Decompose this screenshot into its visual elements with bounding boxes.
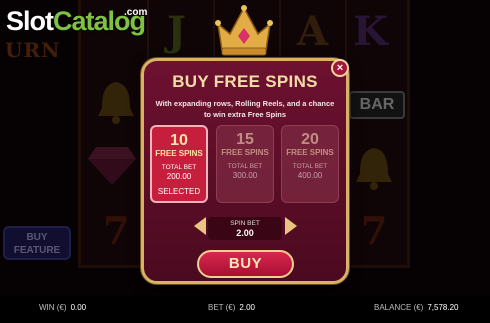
increase-bet-arrow-icon[interactable] bbox=[285, 217, 297, 235]
option-total-bet-label: TOTAL BET bbox=[227, 163, 263, 170]
option-total-bet-label: TOTAL BET bbox=[161, 164, 197, 171]
option-total-bet: 300.00 bbox=[232, 171, 258, 180]
option-total-bet: 400.00 bbox=[297, 171, 323, 180]
balance-display: BALANCE (€) 7,578.20 bbox=[374, 303, 459, 313]
bet-value: 2.00 bbox=[239, 303, 255, 312]
option-count: 15 bbox=[236, 131, 254, 148]
option-count: 10 bbox=[170, 132, 188, 149]
spin-bet-display: SPIN BET 2.00 bbox=[208, 217, 282, 240]
spin-bet-value: 2.00 bbox=[236, 228, 254, 238]
bet-label: BET (€) bbox=[208, 303, 236, 312]
free-spins-option-10[interactable]: 10 FREE SPINS TOTAL BET 200.00 SELECTED bbox=[150, 125, 208, 203]
slotcatalog-logo-domain: .com bbox=[124, 7, 148, 18]
balance-value: 7,578.20 bbox=[427, 303, 459, 312]
status-bar: WIN (€) 0.00 BET (€) 2.00 BALANCE (€) 7,578… bbox=[0, 296, 490, 323]
option-label: FREE SPINS bbox=[155, 149, 203, 158]
option-count: 20 bbox=[301, 131, 319, 148]
option-selected-badge: SELECTED bbox=[157, 187, 201, 196]
option-label: FREE SPINS bbox=[286, 148, 334, 157]
close-button[interactable]: × bbox=[331, 59, 349, 77]
dialog-title: BUY FREE SPINS bbox=[172, 72, 318, 91]
option-label: FREE SPINS bbox=[221, 148, 269, 157]
free-spins-option-15[interactable]: 15 FREE SPINS TOTAL BET 300.00 bbox=[216, 125, 274, 203]
balance-label: BALANCE (€) bbox=[374, 303, 424, 312]
free-spins-option-20[interactable]: 20 FREE SPINS TOTAL BET 400.00 bbox=[281, 125, 339, 203]
buy-button[interactable]: BUY bbox=[197, 250, 294, 278]
decrease-bet-arrow-icon[interactable] bbox=[194, 217, 206, 235]
win-value: 0.00 bbox=[70, 303, 87, 312]
win-display: WIN (€) 0.00 bbox=[39, 303, 86, 313]
win-label: WIN (€) bbox=[39, 303, 67, 312]
dialog-subtitle: With expanding rows, Rolling Reels, and … bbox=[155, 99, 335, 119]
crown-icon bbox=[215, 5, 273, 56]
spin-bet-label: SPIN BET bbox=[230, 220, 260, 227]
option-total-bet: 200.00 bbox=[166, 172, 192, 181]
bet-display: BET (€) 2.00 bbox=[208, 303, 255, 313]
option-total-bet-label: TOTAL BET bbox=[292, 163, 328, 170]
